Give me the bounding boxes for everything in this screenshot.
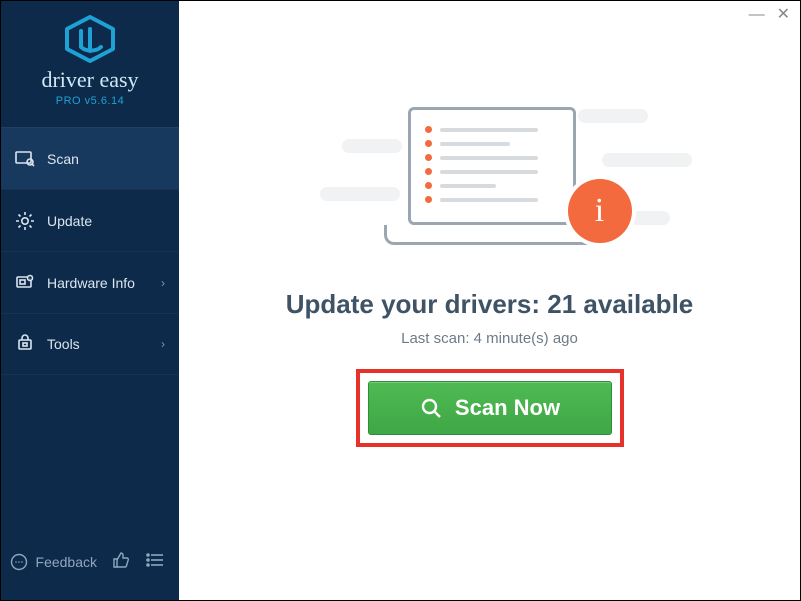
app-logo (1, 15, 179, 63)
sidebar-item-label: Tools (47, 336, 149, 352)
svg-text:i: i (30, 276, 31, 281)
app-window: driver easy PRO v5.6.14 Scan (0, 0, 801, 601)
brand-title: driver easy (1, 69, 179, 91)
sidebar-footer: Feedback (1, 530, 179, 600)
info-badge-icon: i (568, 179, 632, 243)
main-panel: ― ✕ i (179, 1, 800, 600)
close-button[interactable]: ✕ (777, 7, 790, 23)
feedback-label: Feedback (36, 554, 97, 570)
feedback-button[interactable]: Feedback (10, 553, 97, 571)
laptop-illustration: i (350, 101, 630, 261)
scan-highlight-border: Scan Now (356, 369, 624, 447)
scan-now-button[interactable]: Scan Now (368, 381, 612, 435)
scan-now-label: Scan Now (455, 395, 560, 421)
chat-icon (10, 553, 28, 571)
list-icon[interactable] (145, 550, 165, 575)
sidebar-item-label: Hardware Info (47, 275, 149, 291)
window-controls: ― ✕ (749, 7, 790, 23)
sidebar-item-update[interactable]: Update (1, 189, 179, 251)
scan-icon (15, 149, 35, 169)
thumbs-up-icon[interactable] (111, 550, 131, 575)
search-icon (419, 396, 443, 420)
last-scan-text: Last scan: 4 minute(s) ago (401, 330, 578, 347)
brand-block: driver easy PRO v5.6.14 (1, 1, 179, 115)
chevron-right-icon: › (161, 276, 165, 290)
chevron-right-icon: › (161, 337, 165, 351)
brand-subtitle: PRO v5.6.14 (1, 95, 179, 107)
sidebar-item-label: Scan (47, 151, 165, 167)
gear-icon (15, 211, 35, 231)
headline: Update your drivers: 21 available (286, 289, 694, 320)
sidebar-nav: Scan Update i (1, 127, 179, 375)
sidebar-item-scan[interactable]: Scan (1, 127, 179, 189)
available-count: 21 (547, 289, 576, 319)
sidebar-item-hardware-info[interactable]: i Hardware Info › (1, 251, 179, 313)
tools-icon (15, 334, 35, 354)
minimize-button[interactable]: ― (749, 7, 765, 23)
sidebar: driver easy PRO v5.6.14 Scan (1, 1, 179, 600)
sidebar-item-label: Update (47, 213, 165, 229)
sidebar-item-tools[interactable]: Tools › (1, 313, 179, 375)
hardware-icon: i (15, 273, 35, 293)
